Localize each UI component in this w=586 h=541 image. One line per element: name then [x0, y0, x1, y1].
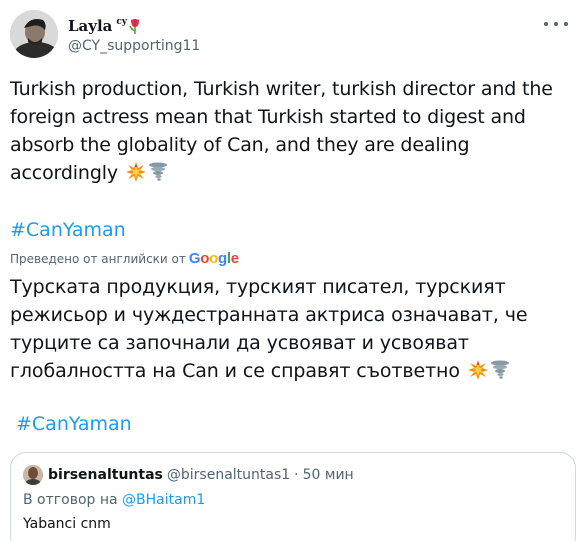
- more-options-icon[interactable]: [544, 14, 568, 34]
- tornado-emoji-icon: [148, 162, 168, 182]
- tweet-header: Layla cy @CY_supporting11: [10, 10, 200, 58]
- hashtag-link[interactable]: #CanYaman: [10, 219, 126, 241]
- quoted-tweet-card[interactable]: birsenaltuntas @birsenaltuntas1 · 50 мин…: [10, 452, 576, 541]
- quoted-tweet-text: Yabanci cnm: [23, 516, 111, 532]
- quoted-reply-prefix: В отговор на: [23, 492, 118, 508]
- tulip-emoji-icon: [129, 18, 141, 34]
- author-handle[interactable]: @CY_supporting11: [68, 38, 200, 54]
- translation-attribution: Преведено от английски от Google: [10, 250, 239, 267]
- tweet-text-body: Turkish production, Turkish writer, turk…: [10, 78, 553, 184]
- collision-emoji-icon: [125, 162, 146, 182]
- collision-emoji-icon: [467, 360, 488, 380]
- author-display-suffix: cy: [116, 16, 128, 27]
- google-logo[interactable]: Google: [189, 250, 239, 267]
- tweet-text: Turkish production, Turkish writer, turk…: [10, 75, 576, 187]
- author-names: Layla cy @CY_supporting11: [68, 15, 200, 54]
- author-avatar[interactable]: [10, 10, 58, 58]
- quoted-reply-context: В отговор на @BHaitam1: [23, 492, 205, 508]
- tornado-emoji-icon: [490, 360, 510, 380]
- quoted-timestamp[interactable]: 50 мин: [303, 467, 354, 483]
- quoted-tweet-header: birsenaltuntas @birsenaltuntas1 · 50 мин: [23, 465, 354, 485]
- quoted-separator: ·: [294, 467, 299, 483]
- translated-hashtag-link[interactable]: #CanYaman: [16, 413, 132, 435]
- translation-text-body: Турската продукция, турският писател, ту…: [10, 276, 528, 382]
- translation-text: Турската продукция, турският писател, ту…: [10, 273, 576, 385]
- quoted-author-avatar[interactable]: [23, 465, 43, 485]
- author-display-name[interactable]: Layla: [68, 17, 112, 35]
- quoted-reply-handle[interactable]: @BHaitam1: [122, 492, 205, 508]
- quoted-author-name[interactable]: birsenaltuntas: [48, 467, 163, 483]
- quoted-author-handle[interactable]: @birsenaltuntas1: [167, 467, 290, 483]
- translation-label: Преведено от английски от: [10, 251, 186, 266]
